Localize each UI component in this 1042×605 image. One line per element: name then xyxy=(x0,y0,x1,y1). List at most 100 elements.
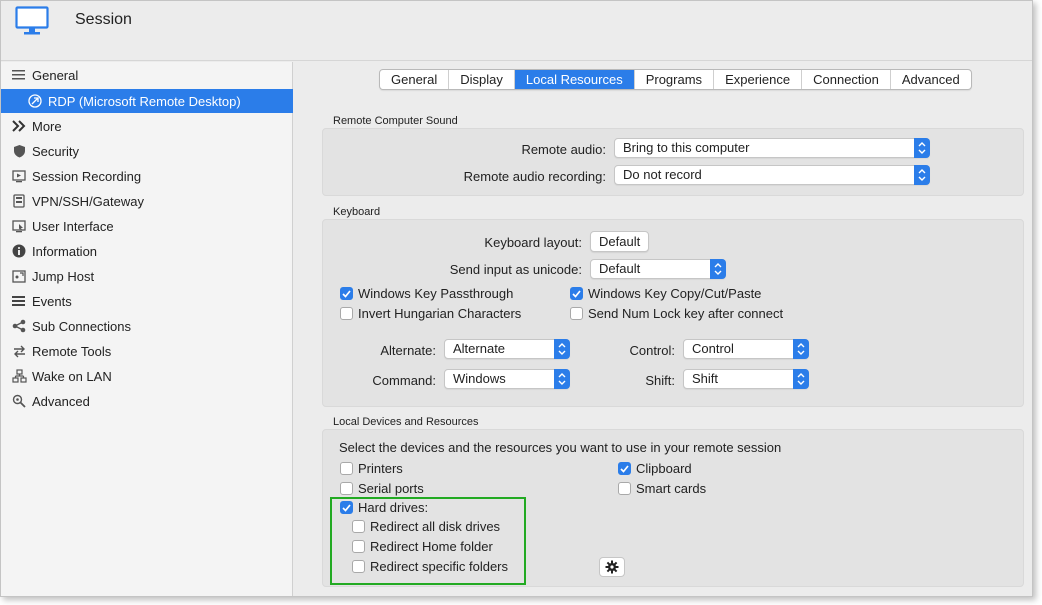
sidebar-item-label: Wake on LAN xyxy=(32,368,112,384)
smart-cards-checkbox[interactable]: Smart cards xyxy=(618,481,706,496)
sidebar-item-rdp[interactable]: RDP (Microsoft Remote Desktop) xyxy=(1,89,293,113)
sidebar-item-label: User Interface xyxy=(32,218,114,234)
tab-programs[interactable]: Programs xyxy=(635,70,715,89)
hard-drives-highlight xyxy=(330,497,526,585)
events-icon xyxy=(11,293,27,309)
control-label: Control: xyxy=(629,343,675,358)
rdp-icon xyxy=(27,93,43,109)
sound-group-label: Remote Computer Sound xyxy=(333,115,458,127)
tab-display[interactable]: Display xyxy=(449,70,515,89)
keyboard-layout-button[interactable]: Default xyxy=(590,231,650,252)
checkbox-label: Smart cards xyxy=(636,481,707,496)
arrows-icon xyxy=(11,343,27,359)
stepper-icon xyxy=(554,369,570,389)
sidebar-item-session-recording[interactable]: Session Recording xyxy=(1,164,293,188)
shield-icon xyxy=(11,143,27,159)
remote-audio-select[interactable]: Bring to this computer xyxy=(614,138,930,158)
stepper-icon xyxy=(914,165,930,185)
tab-bar: General Display Local Resources Programs… xyxy=(379,69,972,90)
devices-instruction: Select the devices and the resources you… xyxy=(339,440,782,455)
stepper-icon xyxy=(710,259,726,279)
check-icon xyxy=(570,287,583,300)
send-unicode-select[interactable]: Default xyxy=(590,259,726,279)
sidebar-item-sub-connections[interactable]: Sub Connections xyxy=(1,314,293,338)
tab-connection[interactable]: Connection xyxy=(802,70,891,89)
stepper-icon xyxy=(793,339,809,359)
magnifier-gear-icon xyxy=(11,393,27,409)
checkbox-label: Send Num Lock key after connect xyxy=(588,306,784,321)
sidebar-item-advanced[interactable]: Advanced xyxy=(1,389,293,413)
sidebar-item-label: Remote Tools xyxy=(32,343,112,359)
sidebar-item-label: More xyxy=(32,118,62,134)
shift-value: Shift xyxy=(692,371,719,386)
monitor-icon xyxy=(15,6,49,35)
checkbox-label: Windows Key Passthrough xyxy=(358,286,514,301)
tab-experience[interactable]: Experience xyxy=(714,70,803,89)
vpn-icon xyxy=(11,193,27,209)
sidebar-item-vpn[interactable]: VPN/SSH/Gateway xyxy=(1,189,293,213)
clipboard-checkbox[interactable]: Clipboard xyxy=(618,461,692,476)
checkbox-label: Serial ports xyxy=(358,481,424,496)
command-value: Windows xyxy=(453,371,506,386)
control-value: Control xyxy=(692,341,734,356)
shift-select[interactable]: Shift xyxy=(683,369,809,389)
sidebar-item-label: Session Recording xyxy=(32,168,142,184)
sidebar-item-wake-on-lan[interactable]: Wake on LAN xyxy=(1,364,293,388)
recording-icon xyxy=(11,168,27,184)
windows-key-copy-checkbox[interactable]: Windows Key Copy/Cut/Paste xyxy=(570,286,761,301)
share-icon xyxy=(11,318,27,334)
windows-key-passthrough-checkbox[interactable]: Windows Key Passthrough xyxy=(340,286,513,301)
alternate-value: Alternate xyxy=(453,341,506,356)
sidebar-item-jump-host[interactable]: Jump Host xyxy=(1,264,293,288)
sidebar-item-general[interactable]: General xyxy=(1,63,293,87)
tab-local-resources[interactable]: Local Resources xyxy=(514,70,635,89)
remote-audio-recording-select[interactable]: Do not record xyxy=(614,165,930,185)
serial-ports-checkbox[interactable]: Serial ports xyxy=(340,481,424,496)
stepper-icon xyxy=(793,369,809,389)
stepper-icon xyxy=(914,138,930,158)
remote-audio-recording-value: Do not record xyxy=(623,167,702,182)
sidebar-item-label: Events xyxy=(32,293,72,309)
sidebar-item-security[interactable]: Security xyxy=(1,139,293,163)
header: Session xyxy=(1,1,1032,61)
user-interface-icon xyxy=(11,218,27,234)
hamburger-icon xyxy=(11,67,27,83)
sidebar-item-information[interactable]: Information xyxy=(1,239,293,263)
remote-audio-label: Remote audio: xyxy=(521,142,606,157)
sidebar-item-label: General xyxy=(32,67,79,83)
alternate-select[interactable]: Alternate xyxy=(444,339,570,359)
stepper-icon xyxy=(554,339,570,359)
checkbox-label: Windows Key Copy/Cut/Paste xyxy=(588,286,762,301)
page-title: Session xyxy=(75,11,132,28)
jump-host-icon xyxy=(11,268,27,284)
checkbox-label: Printers xyxy=(358,461,403,476)
shift-label: Shift: xyxy=(645,373,675,388)
sidebar-item-label: VPN/SSH/Gateway xyxy=(32,193,144,209)
sidebar-item-remote-tools[interactable]: Remote Tools xyxy=(1,339,293,363)
command-label: Command: xyxy=(372,373,436,388)
keyboard-group-label: Keyboard xyxy=(333,206,381,218)
tab-advanced[interactable]: Advanced xyxy=(891,70,971,89)
specific-folders-settings-button[interactable] xyxy=(599,557,625,577)
sidebar-item-label: Sub Connections xyxy=(32,318,132,334)
send-unicode-value: Default xyxy=(599,261,641,276)
tab-general[interactable]: General xyxy=(380,70,450,89)
sidebar-item-label: RDP (Microsoft Remote Desktop) xyxy=(48,93,241,109)
command-select[interactable]: Windows xyxy=(444,369,570,389)
sidebar-item-more[interactable]: More xyxy=(1,114,293,138)
invert-hungarian-checkbox[interactable]: Invert Hungarian Characters xyxy=(340,306,521,321)
gear-icon xyxy=(605,560,619,574)
info-icon xyxy=(11,243,27,259)
double-chevron-icon xyxy=(11,118,27,134)
sidebar-item-events[interactable]: Events xyxy=(1,289,293,313)
checkbox-label: Clipboard xyxy=(636,461,692,476)
check-icon xyxy=(340,287,353,300)
num-lock-checkbox[interactable]: Send Num Lock key after connect xyxy=(570,306,783,321)
printers-checkbox[interactable]: Printers xyxy=(340,461,403,476)
sidebar-item-user-interface[interactable]: User Interface xyxy=(1,214,293,238)
network-icon xyxy=(11,368,27,384)
sidebar: General RDP (Microsoft Remote Desktop) M… xyxy=(1,62,293,596)
control-select[interactable]: Control xyxy=(683,339,809,359)
main-panel: General Display Local Resources Programs… xyxy=(294,62,1032,596)
keyboard-layout-label: Keyboard layout: xyxy=(484,235,582,250)
